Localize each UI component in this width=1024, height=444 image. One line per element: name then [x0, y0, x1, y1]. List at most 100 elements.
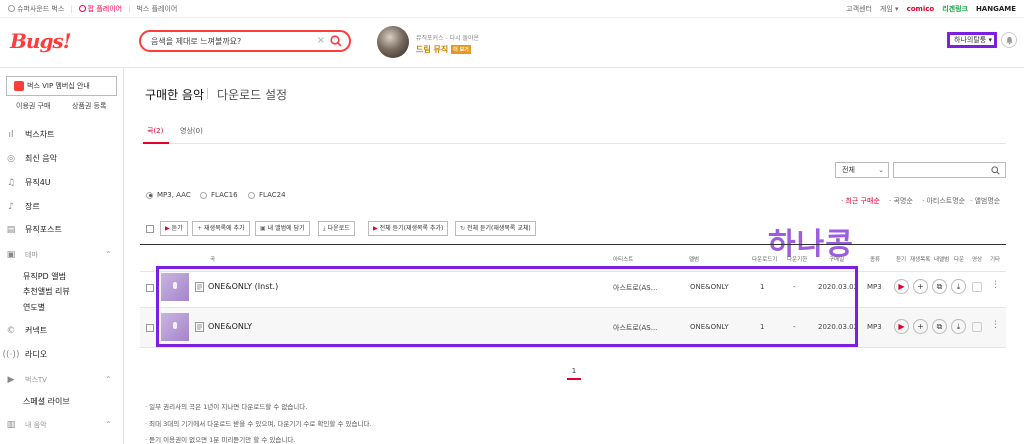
play-circle-icon — [78, 5, 86, 12]
top-utility-bar: 슈퍼사운드 벅스 | 팝 플레이어 | 벅스 플레이어 고객센터 게임 ▾ co… — [0, 0, 1024, 18]
notification-button[interactable] — [1001, 32, 1017, 48]
purchased-songs-highlight — [156, 266, 858, 347]
sidebar-item-new-music[interactable]: ◎ 최신 음악 — [6, 153, 57, 164]
row-download-button[interactable]: ⤓ — [951, 279, 966, 294]
plus-icon: + — [917, 322, 924, 331]
customer-center-link[interactable]: 고객센터 — [846, 4, 872, 14]
add-to-playlist-button[interactable]: + 재생목록에 추가 — [192, 221, 250, 236]
radio-icon — [200, 191, 207, 199]
divider: | — [128, 5, 131, 13]
chevron-up-icon[interactable]: ⌃ — [105, 375, 112, 384]
row-add-album-button[interactable]: ⧉ — [932, 279, 947, 294]
format-radio-mp3[interactable]: MP3, AAC — [146, 191, 191, 199]
site-header: Bugs! 음색을 제대로 느껴볼까요? × 뮤직포커스 - 다시 돌아온 드림… — [0, 18, 1024, 68]
col-song: 곡 — [210, 257, 216, 263]
play-all-add-button[interactable]: ▶ 전체 듣기(재생목록 추가) — [368, 221, 449, 236]
circle-icon — [8, 5, 15, 12]
format-radio-flac24[interactable]: FLAC24 — [248, 191, 286, 199]
row-video-button[interactable] — [972, 282, 982, 292]
chevron-up-icon[interactable]: ⌃ — [105, 250, 112, 259]
pagination-page[interactable]: 1 — [567, 364, 581, 380]
download-button[interactable]: ⤓ 다운로드 — [318, 221, 355, 236]
add-to-my-album-button[interactable]: ▣ 내 앨범에 담기 — [255, 221, 310, 236]
row-add-playlist-button[interactable]: + — [913, 319, 928, 334]
sidebar-item-music-post[interactable]: ▤ 뮤직포스트 — [6, 224, 62, 235]
voucher-register-link[interactable]: 상품권 등록 — [72, 101, 106, 111]
sidebar-item-by-year[interactable]: 연도별 — [23, 302, 45, 313]
sidebar-item-pd-album[interactable]: 뮤직PD 앨범 — [23, 271, 66, 282]
album-add-icon: ⧉ — [936, 281, 943, 291]
theme-icon: ▣ — [6, 250, 16, 260]
select-all-checkbox[interactable] — [146, 225, 154, 233]
col-download: 다운 — [954, 257, 965, 263]
tab-songs[interactable]: 곡(2) — [147, 126, 163, 136]
row-video-button[interactable] — [972, 322, 982, 332]
more-badge[interactable]: 더 보기 — [451, 45, 471, 54]
info-note: · 일부 권리사의 곡은 1년이 지나면 다운로드할 수 없습니다. — [145, 403, 308, 411]
search-icon[interactable] — [991, 166, 1000, 175]
sort-recent[interactable]: · 최근 구매순 — [841, 196, 880, 206]
search-icon[interactable] — [330, 35, 342, 47]
game-menu[interactable]: 게임 ▾ — [880, 4, 899, 14]
vip-membership-button[interactable]: 벅스 VIP 멤버십 안내 — [6, 76, 117, 96]
comico-link[interactable]: comico — [907, 5, 935, 13]
supersound-link[interactable]: 슈퍼사운드 벅스 — [8, 4, 64, 14]
hangame-link[interactable]: HANGAME — [976, 5, 1016, 13]
tab-videos[interactable]: 영상(0) — [180, 126, 203, 136]
chevron-up-icon[interactable]: ⌃ — [105, 420, 112, 429]
sidebar-section-bugs-tv[interactable]: ▶ 벅스TV — [6, 375, 47, 385]
sort-title[interactable]: · 곡명순 — [889, 196, 913, 206]
row-download-button[interactable]: ⤓ — [951, 319, 966, 334]
sidebar-section-my-music[interactable]: ▥ 내 음악 — [6, 420, 47, 430]
plus-icon: + — [197, 225, 203, 232]
user-menu[interactable]: 하나의탈퉁 ▾ — [947, 32, 997, 48]
sidebar-item-music4u[interactable]: ♫ 뮤직4U — [6, 177, 51, 188]
chevron-down-icon: ▾ — [988, 36, 992, 44]
radio-icon — [248, 191, 255, 199]
more-options-icon[interactable]: ⋮ — [991, 320, 1000, 330]
bell-icon — [1006, 36, 1013, 45]
connect-icon: © — [6, 325, 16, 336]
row-add-album-button[interactable]: ⧉ — [932, 319, 947, 334]
download-icon: ⤓ — [323, 225, 326, 232]
bugs-logo[interactable]: Bugs! — [10, 29, 71, 53]
sidebar-section-theme[interactable]: ▣ 테마 — [6, 250, 38, 260]
new-circle-icon: ◎ — [7, 153, 15, 164]
sidebar-item-connect[interactable]: © 커넥트 — [6, 325, 48, 336]
sidebar-item-radio[interactable]: ((·)) 라디오 — [3, 349, 48, 360]
search-box[interactable]: 음색을 제대로 느껴볼까요? × — [139, 30, 351, 52]
row-play-button[interactable]: ▶ — [894, 319, 909, 334]
search-input[interactable]: 음색을 제대로 느껴볼까요? — [151, 36, 241, 47]
sort-artist[interactable]: · 아티스트명순 — [922, 196, 965, 206]
regenlink-link[interactable]: 리겐링크 — [942, 4, 968, 14]
col-album: 앨범 — [689, 257, 700, 263]
row-checkbox[interactable] — [146, 284, 154, 292]
col-limit: 다운기한 — [787, 257, 808, 263]
filter-select[interactable]: 전체 ⌄ — [835, 162, 889, 178]
bar-chart-icon: ıl — [8, 129, 14, 140]
bugs-player-link[interactable]: 벅스 플레이어 — [136, 4, 177, 14]
ticket-buy-link[interactable]: 이용권 구매 — [16, 101, 50, 111]
pop-player-link[interactable]: 팝 플레이어 — [78, 4, 122, 14]
divider: | — [70, 5, 73, 13]
row-play-button[interactable]: ▶ — [894, 279, 909, 294]
play-all-replace-button[interactable]: ↻ 전체 듣기(재생목록 교체) — [455, 221, 536, 236]
row-checkbox[interactable] — [146, 324, 154, 332]
sidebar-item-special-live[interactable]: 스페셜 라이브 — [23, 396, 70, 407]
play-button[interactable]: ▶ 듣기 — [160, 221, 188, 236]
sort-album[interactable]: · 앨범명순 — [970, 196, 1000, 206]
sidebar-item-album-review[interactable]: 추천앨범 리뷰 — [23, 286, 70, 297]
music-focus-promo[interactable]: 뮤직포커스 - 다시 돌아온 드림 뮤직 더 보기 — [377, 26, 517, 60]
filter-search-input[interactable] — [893, 162, 1006, 178]
sidebar-item-chart[interactable]: ıl 벅스차트 — [6, 129, 54, 140]
more-options-icon[interactable]: ⋮ — [991, 280, 1000, 290]
active-tab-indicator — [143, 142, 169, 144]
bugs-vip-icon — [14, 81, 24, 91]
sidebar-item-genre[interactable]: ♪ 장르 — [6, 201, 40, 212]
format-radio-flac16[interactable]: FLAC16 — [200, 191, 238, 199]
row-add-playlist-button[interactable]: + — [913, 279, 928, 294]
clear-icon[interactable]: × — [317, 35, 325, 46]
col-downloads: 다운로드기 — [752, 257, 778, 263]
download-settings-link[interactable]: 다운로드 설정 — [217, 86, 287, 103]
col-playlist: 재생목록 — [910, 257, 931, 263]
